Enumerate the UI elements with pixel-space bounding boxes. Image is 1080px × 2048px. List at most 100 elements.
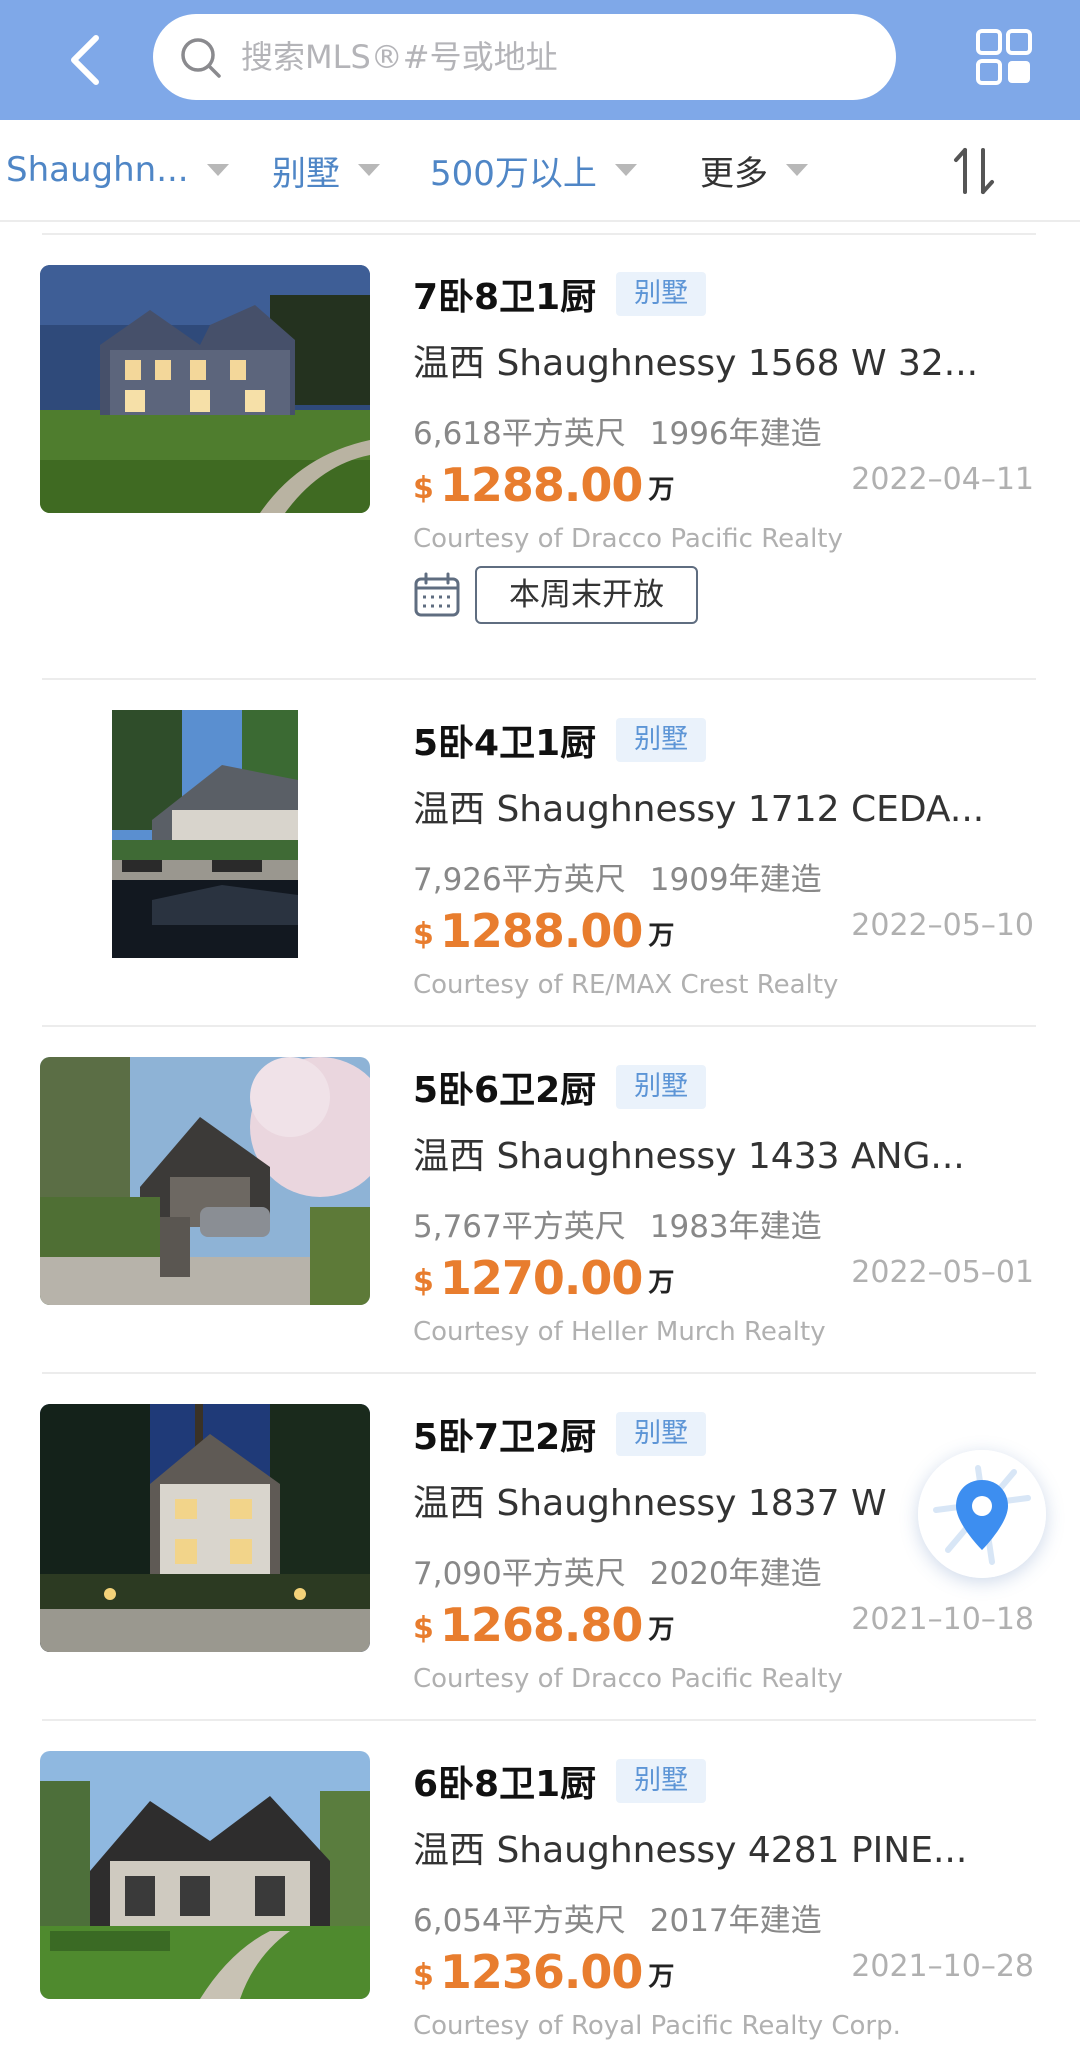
sort-button[interactable] [952,146,996,196]
listing-photo[interactable] [40,265,370,513]
filter-more-label: 更多 [700,153,768,194]
filter-type-label: 别墅 [272,153,340,194]
listing-price: $ 1288.00 万 [413,452,674,512]
top-bar: 搜索MLS®#号或地址 [0,0,1080,120]
listing-date: 2022–05–01 [851,1255,1034,1290]
listing-title-row: 7卧8卫1厨 别墅 [413,268,707,320]
listing-area: 7,926平方英尺 [413,862,626,898]
price-unit: 万 [648,1268,675,1298]
listing-year-built: 2017年建造 [649,1903,822,1939]
listing-title-row: 5卧4卫1厨 别墅 [413,714,707,766]
listing-price: $ 1268.80 万 [413,1592,674,1652]
back-button[interactable] [62,30,112,90]
listing-price: $ 1236.00 万 [413,1939,674,1999]
house-photo-image [40,1057,370,1305]
calendar-icon [414,572,460,617]
filter-type[interactable]: 别墅 [272,120,380,220]
listing-price: $ 1270.00 万 [413,1245,674,1305]
price-unit: 万 [648,921,675,951]
listing-title-row: 5卧6卫2厨 别墅 [413,1061,707,1113]
back-arrow-icon [71,35,99,85]
listing-rooms: 5卧6卫2厨 [413,1070,597,1111]
listing-photo[interactable] [40,1057,370,1305]
divider [42,1719,1036,1721]
layout-toggle-button[interactable] [975,28,1033,86]
listing-meta: 6,054平方英尺 2017年建造 [413,1895,822,1940]
listing-rooms: 5卧4卫1厨 [413,723,597,764]
house-photo-image [112,710,298,958]
chevron-down-icon [614,164,637,176]
listing-year-built: 1996年建造 [649,416,822,452]
filter-more[interactable]: 更多 [700,120,808,220]
filter-area[interactable]: Shaughn... [6,120,229,220]
property-type-badge: 别墅 [616,1412,707,1456]
listing-card[interactable]: 6卧8卫1厨 别墅 温西 Shaughnessy 4281 PINE... 6,… [0,1737,1080,2048]
price-unit: 万 [648,1962,675,1992]
search-input[interactable]: 搜索MLS®#号或地址 [153,14,896,100]
price-unit: 万 [648,475,675,505]
listing-date: 2022–05–10 [851,908,1034,943]
listing-photo[interactable] [40,1404,370,1652]
listing-address: 温西 Shaughnessy 1568 W 32... [413,343,979,384]
map-view-button[interactable] [918,1450,1046,1578]
property-type-badge: 别墅 [616,1065,707,1109]
currency-symbol: $ [413,1611,434,1646]
price-amount: 1288.00 [439,904,644,958]
listing-address: 温西 Shaughnessy 1433 ANG... [413,1136,965,1177]
listing-meta: 5,767平方英尺 1983年建造 [413,1201,822,1246]
listing-meta: 7,926平方英尺 1909年建造 [413,854,822,899]
sort-icon [954,148,994,194]
property-type-badge: 别墅 [616,272,707,316]
listing-card[interactable]: 5卧4卫1厨 别墅 温西 Shaughnessy 1712 CEDA... 7,… [0,696,1080,1026]
listing-rooms: 7卧8卫1厨 [413,277,597,318]
price-unit: 万 [648,1615,675,1645]
listing-courtesy: Courtesy of Royal Pacific Realty Corp. [413,2011,901,2041]
listing-title-row: 5卧7卫2厨 别墅 [413,1408,707,1460]
filter-area-label: Shaughn... [6,150,189,190]
listing-title-row: 6卧8卫1厨 别墅 [413,1755,707,1807]
listing-card[interactable]: 5卧6卫2厨 别墅 温西 Shaughnessy 1433 ANG... 5,7… [0,1043,1080,1373]
map-pin-icon [933,1465,1031,1565]
listing-address: 温西 Shaughnessy 1712 CEDA... [413,789,985,830]
listing-card[interactable]: 7卧8卫1厨 别墅 温西 Shaughnessy 1568 W 32... 6,… [0,250,1080,680]
listing-photo[interactable] [112,710,298,958]
divider [42,1372,1036,1374]
listing-year-built: 1983年建造 [649,1209,822,1245]
listing-date: 2021–10–18 [851,1602,1034,1637]
listing-courtesy: Courtesy of Dracco Pacific Realty [413,524,843,554]
search-placeholder: 搜索MLS®#号或地址 [241,38,558,76]
filter-price-label: 500万以上 [430,153,597,194]
search-icon [181,38,221,78]
listing-price: $ 1288.00 万 [413,898,674,958]
house-photo-image [40,1404,370,1652]
price-amount: 1268.80 [439,1598,644,1652]
listing-date: 2022–04–11 [851,462,1034,497]
listing-photo[interactable] [40,1751,370,1999]
house-photo-image [40,1751,370,1999]
property-type-badge: 别墅 [616,1759,707,1803]
filter-bar: Shaughn... 别墅 500万以上 更多 [0,120,1080,222]
open-house-row: 本周末开放 [413,566,698,624]
filter-price[interactable]: 500万以上 [430,120,637,220]
chevron-down-icon [786,164,808,176]
price-amount: 1236.00 [439,1945,644,1999]
currency-symbol: $ [413,471,434,506]
divider [42,678,1036,680]
listing-date: 2021–10–28 [851,1949,1034,1984]
listing-year-built: 1909年建造 [649,862,822,898]
price-amount: 1288.00 [439,458,644,512]
divider [42,1025,1036,1027]
currency-symbol: $ [413,917,434,952]
listing-meta: 7,090平方英尺 2020年建造 [413,1548,822,1593]
chevron-down-icon [358,164,380,176]
open-house-button[interactable]: 本周末开放 [475,566,698,624]
listing-area: 5,767平方英尺 [413,1209,626,1245]
house-photo-image [40,265,370,513]
price-amount: 1270.00 [439,1251,644,1305]
currency-symbol: $ [413,1958,434,1993]
listing-area: 7,090平方英尺 [413,1556,626,1592]
listing-year-built: 2020年建造 [649,1556,822,1592]
listing-area: 6,618平方英尺 [413,416,626,452]
listing-meta: 6,618平方英尺 1996年建造 [413,408,822,453]
listing-rooms: 6卧8卫1厨 [413,1764,597,1805]
